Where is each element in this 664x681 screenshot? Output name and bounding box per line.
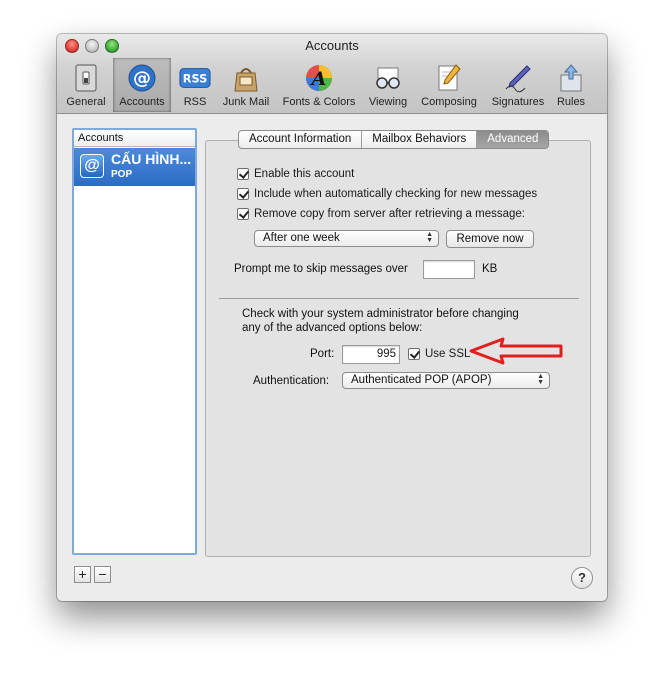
account-list-item[interactable]: @ CẤU HÌNH... POP	[74, 148, 195, 186]
account-type: POP	[111, 169, 133, 180]
use-ssl-checkbox[interactable]	[408, 348, 420, 360]
tab-advanced[interactable]: Advanced	[477, 131, 549, 148]
toolbar-rules[interactable]: Rules	[553, 58, 589, 112]
remove-copy-checkbox[interactable]	[237, 208, 249, 220]
port-label: Port:	[310, 348, 335, 360]
junk-bag-icon	[230, 62, 262, 94]
add-account-button[interactable]: +	[74, 566, 91, 583]
help-button[interactable]: ?	[571, 567, 593, 589]
prompt-unit: KB	[482, 263, 498, 275]
glasses-icon	[372, 62, 404, 94]
annotation-arrow-icon	[469, 337, 563, 365]
toolbar-accounts[interactable]: @ Accounts	[113, 58, 171, 112]
at-sign-icon: @	[126, 62, 158, 94]
admin-note-line1: Check with your system administrator bef…	[242, 308, 519, 320]
remove-now-button[interactable]: Remove now	[446, 230, 534, 248]
enable-account-row: Enable this account	[237, 168, 354, 180]
title-bar: Accounts General @ Accounts RSS RSS Junk…	[57, 34, 607, 114]
arrows-rules-icon	[555, 62, 587, 94]
accounts-list[interactable]: Accounts @ CẤU HÌNH... POP	[72, 128, 197, 555]
toolbar-rss[interactable]: RSS RSS	[175, 58, 215, 112]
include-check-label: Include when automatically checking for …	[254, 188, 538, 200]
admin-note-line2: any of the advanced options below:	[242, 322, 423, 334]
svg-text:A: A	[310, 68, 327, 90]
color-font-icon: A	[303, 62, 335, 94]
toolbar-composing[interactable]: Composing	[416, 58, 482, 112]
pencil-paper-icon	[433, 62, 465, 94]
svg-text:@: @	[133, 68, 151, 89]
rss-icon: RSS	[179, 62, 211, 94]
toolbar-general[interactable]: General	[64, 58, 108, 112]
remove-copy-label: Remove copy from server after retrieving…	[254, 208, 525, 220]
remove-copy-row: Remove copy from server after retrieving…	[237, 208, 525, 220]
include-check-checkbox[interactable]	[237, 188, 249, 200]
prompt-size-input[interactable]	[423, 260, 475, 279]
authentication-label: Authentication:	[253, 375, 330, 387]
accounts-window: Accounts General @ Accounts RSS RSS Junk…	[57, 34, 607, 601]
toolbar-signatures[interactable]: Signatures	[486, 58, 550, 112]
account-name: CẤU HÌNH...	[111, 151, 192, 167]
enable-account-label: Enable this account	[254, 168, 355, 180]
toolbar-viewing[interactable]: Viewing	[364, 58, 412, 112]
pen-signature-icon	[502, 62, 534, 94]
svg-text:RSS: RSS	[183, 73, 207, 86]
use-ssl-label: Use SSL	[425, 348, 471, 360]
remove-period-select[interactable]: After one week ▲ ▼	[254, 230, 439, 247]
tab-account-information[interactable]: Account Information	[239, 131, 363, 148]
remove-account-button[interactable]: −	[94, 566, 111, 583]
at-sign-icon: @	[80, 154, 104, 178]
use-ssl-row: Use SSL	[408, 348, 470, 360]
switch-icon	[70, 62, 102, 94]
remove-period-value: After one week	[263, 232, 340, 244]
authentication-value: Authenticated POP (APOP)	[351, 374, 492, 386]
select-arrows-icon: ▲ ▼	[426, 231, 433, 244]
select-arrows-icon: ▲ ▼	[537, 373, 544, 386]
account-tabs: Account Information Mailbox Behaviors Ad…	[238, 130, 550, 149]
toolbar-fonts-colors[interactable]: A Fonts & Colors	[278, 58, 360, 112]
port-input[interactable]: 995	[342, 345, 400, 364]
section-divider	[219, 298, 579, 299]
window-title: Accounts	[305, 38, 359, 53]
accounts-list-header: Accounts	[74, 130, 195, 147]
tab-mailbox-behaviors[interactable]: Mailbox Behaviors	[362, 131, 478, 148]
enable-account-checkbox[interactable]	[237, 168, 249, 180]
prompt-skip-label: Prompt me to skip messages over	[234, 263, 408, 275]
include-check-row: Include when automatically checking for …	[237, 188, 537, 200]
authentication-select[interactable]: Authenticated POP (APOP) ▲ ▼	[342, 372, 550, 389]
toolbar-junk-mail[interactable]: Junk Mail	[218, 58, 274, 112]
